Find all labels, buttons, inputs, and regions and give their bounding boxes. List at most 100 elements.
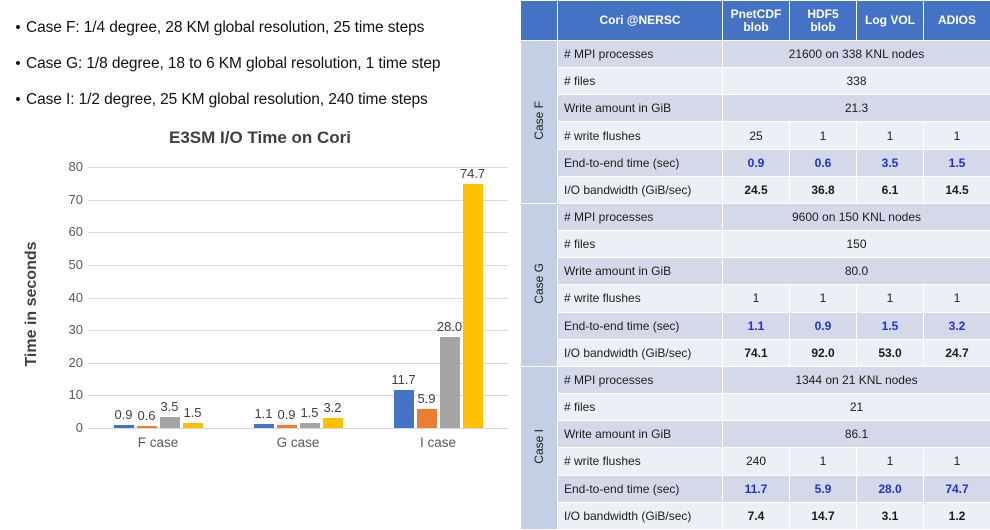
case-group-cell: Case G <box>520 202 558 367</box>
row-label: # MPI processes <box>557 39 723 69</box>
bullet-marker-icon: • <box>15 19 21 36</box>
row-value: 1.1 <box>722 311 790 340</box>
row-value: 1 <box>856 121 924 150</box>
table-body: Case F # MPI processes 21600 on 338 KNL no… <box>520 39 990 530</box>
bar-value-label: 74.7 <box>459 166 486 182</box>
row-value: 11.7 <box>722 474 790 503</box>
row-label: # files <box>557 393 723 422</box>
y-axis-tick-label: 20 <box>68 354 83 370</box>
row-label: Write amount in GiB <box>557 257 723 286</box>
row-value: 28.0 <box>856 474 924 503</box>
y-axis-tick-label: 40 <box>68 289 83 305</box>
table-row: Write amount in GiB 80.0 <box>521 257 990 286</box>
row-value: 1.5 <box>923 148 990 177</box>
y-axis-tick-label: 0 <box>75 420 83 435</box>
row-value: 14.7 <box>789 501 857 530</box>
bullet-item: • Case I: 1/2 degree, 25 KM global resolu… <box>10 90 515 110</box>
row-label: # MPI processes <box>557 365 723 395</box>
case-group-label: Case F <box>532 101 546 140</box>
row-label: # files <box>557 230 723 259</box>
bullet-list: • Case F: 1/4 degree, 28 KM global resolu… <box>10 18 515 126</box>
table-row: I/O bandwidth (GiB/sec) 74.1 92.0 53.0 24.7 <box>521 338 990 367</box>
results-table: Cori @NERSC PnetCDF blob HDF5 blob Log V… <box>520 0 990 530</box>
bar <box>462 184 483 428</box>
row-value: 1 <box>789 447 857 476</box>
header-log-vol: Log VOL <box>856 0 924 41</box>
row-label: # files <box>557 67 723 96</box>
bar <box>182 423 203 428</box>
row-value: 1 <box>722 284 790 313</box>
row-value: 14.5 <box>923 175 990 204</box>
row-value: 74.7 <box>923 474 990 503</box>
table-header: Cori @NERSC PnetCDF blob HDF5 blob Log V… <box>520 0 990 41</box>
row-label: End-to-end time (sec) <box>557 311 723 340</box>
bar-chart: E3SM I/O Time on Cori Time in seconds 0 1… <box>0 120 520 530</box>
table-row: # write flushes 240 1 1 1 <box>521 447 990 476</box>
row-label: # MPI processes <box>557 202 723 232</box>
table-row: I/O bandwidth (GiB/sec) 24.5 36.8 6.1 14.5 <box>521 175 990 204</box>
y-axis-tick-label: 50 <box>68 256 83 272</box>
row-value-merged: 9600 on 150 KNL nodes <box>722 202 990 232</box>
table-row: End-to-end time (sec) 11.7 5.9 28.0 74.7 <box>521 474 990 503</box>
bullet-item: • Case G: 1/8 degree, 18 to 6 KM global r… <box>10 54 515 74</box>
row-label: Write amount in GiB <box>557 94 723 123</box>
table-row: Write amount in GiB 86.1 <box>521 420 990 449</box>
table-row: Case F # MPI processes 21600 on 338 KNL no… <box>520 39 990 204</box>
bullet-item: • Case F: 1/4 degree, 28 KM global resolu… <box>10 18 515 38</box>
gridline <box>88 297 508 299</box>
bar-value-label: 3.2 <box>323 399 342 415</box>
header-system: Cori @NERSC <box>557 0 723 41</box>
row-value: 25 <box>722 121 790 150</box>
table-row: # write flushes 25 1 1 1 <box>521 121 990 150</box>
row-label: I/O bandwidth (GiB/sec) <box>557 338 723 367</box>
bar <box>416 408 437 428</box>
bar <box>253 424 274 428</box>
x-axis-category-label: I case <box>419 435 457 450</box>
case-group-label: Case G <box>532 263 546 304</box>
row-value: 36.8 <box>789 175 857 204</box>
row-value: 1 <box>923 447 990 476</box>
row-label: I/O bandwidth (GiB/sec) <box>557 175 723 204</box>
gridline <box>88 428 508 429</box>
plot-area: 0 10 20 30 40 50 60 70 80 0.9 0.6 3.5 1.5 F case 1.1 0.… <box>69 159 508 450</box>
table-row: End-to-end time (sec) 1.1 0.9 1.5 3.2 <box>521 311 990 340</box>
bar <box>322 417 343 428</box>
bar-value-label: 11.7 <box>391 371 416 387</box>
table-row: # files 21 <box>521 393 990 422</box>
row-label: End-to-end time (sec) <box>557 148 723 177</box>
gridline <box>88 264 508 266</box>
y-axis-title: Time in seconds <box>23 241 40 367</box>
y-axis-tick-label: 10 <box>68 387 83 403</box>
slide-root: • Case F: 1/4 degree, 28 KM global resolu… <box>0 0 990 530</box>
case-group-label: Case I <box>532 429 546 464</box>
x-axis-category-label: F case <box>137 435 179 450</box>
bullet-text: Case I: 1/2 degree, 25 KM global resolut… <box>26 91 428 108</box>
row-value: 24.5 <box>722 175 790 204</box>
left-panel: • Case F: 1/4 degree, 28 KM global resolu… <box>0 0 520 530</box>
row-value-merged: 21 <box>722 393 990 422</box>
row-value: 7.4 <box>722 501 790 530</box>
table-row: End-to-end time (sec) 0.9 0.6 3.5 1.5 <box>521 148 990 177</box>
row-value: 24.7 <box>923 338 990 367</box>
row-value: 53.0 <box>856 338 924 367</box>
y-axis-tick-label: 60 <box>68 224 83 240</box>
gridline <box>88 232 508 234</box>
row-value: 92.0 <box>789 338 857 367</box>
header-pnetcdf-blob: PnetCDF blob <box>722 0 790 41</box>
header-adios: ADIOS <box>923 0 990 41</box>
row-value-merged: 21.3 <box>722 94 990 123</box>
row-value: 3.5 <box>856 148 924 177</box>
row-label: Write amount in GiB <box>557 420 723 449</box>
bar <box>136 426 157 428</box>
row-value: 3.1 <box>856 501 924 530</box>
row-value: 1 <box>789 284 857 313</box>
row-value: 3.2 <box>923 311 990 340</box>
bar <box>276 425 297 428</box>
bar <box>113 425 134 428</box>
row-label: # write flushes <box>557 284 723 313</box>
bullet-text: Case G: 1/8 degree, 18 to 6 KM global re… <box>26 55 441 72</box>
header-hdf5-blob: HDF5 blob <box>789 0 857 41</box>
results-table-panel: Cori @NERSC PnetCDF blob HDF5 blob Log V… <box>520 0 990 530</box>
row-value: 74.1 <box>722 338 790 367</box>
row-label: # write flushes <box>557 121 723 150</box>
